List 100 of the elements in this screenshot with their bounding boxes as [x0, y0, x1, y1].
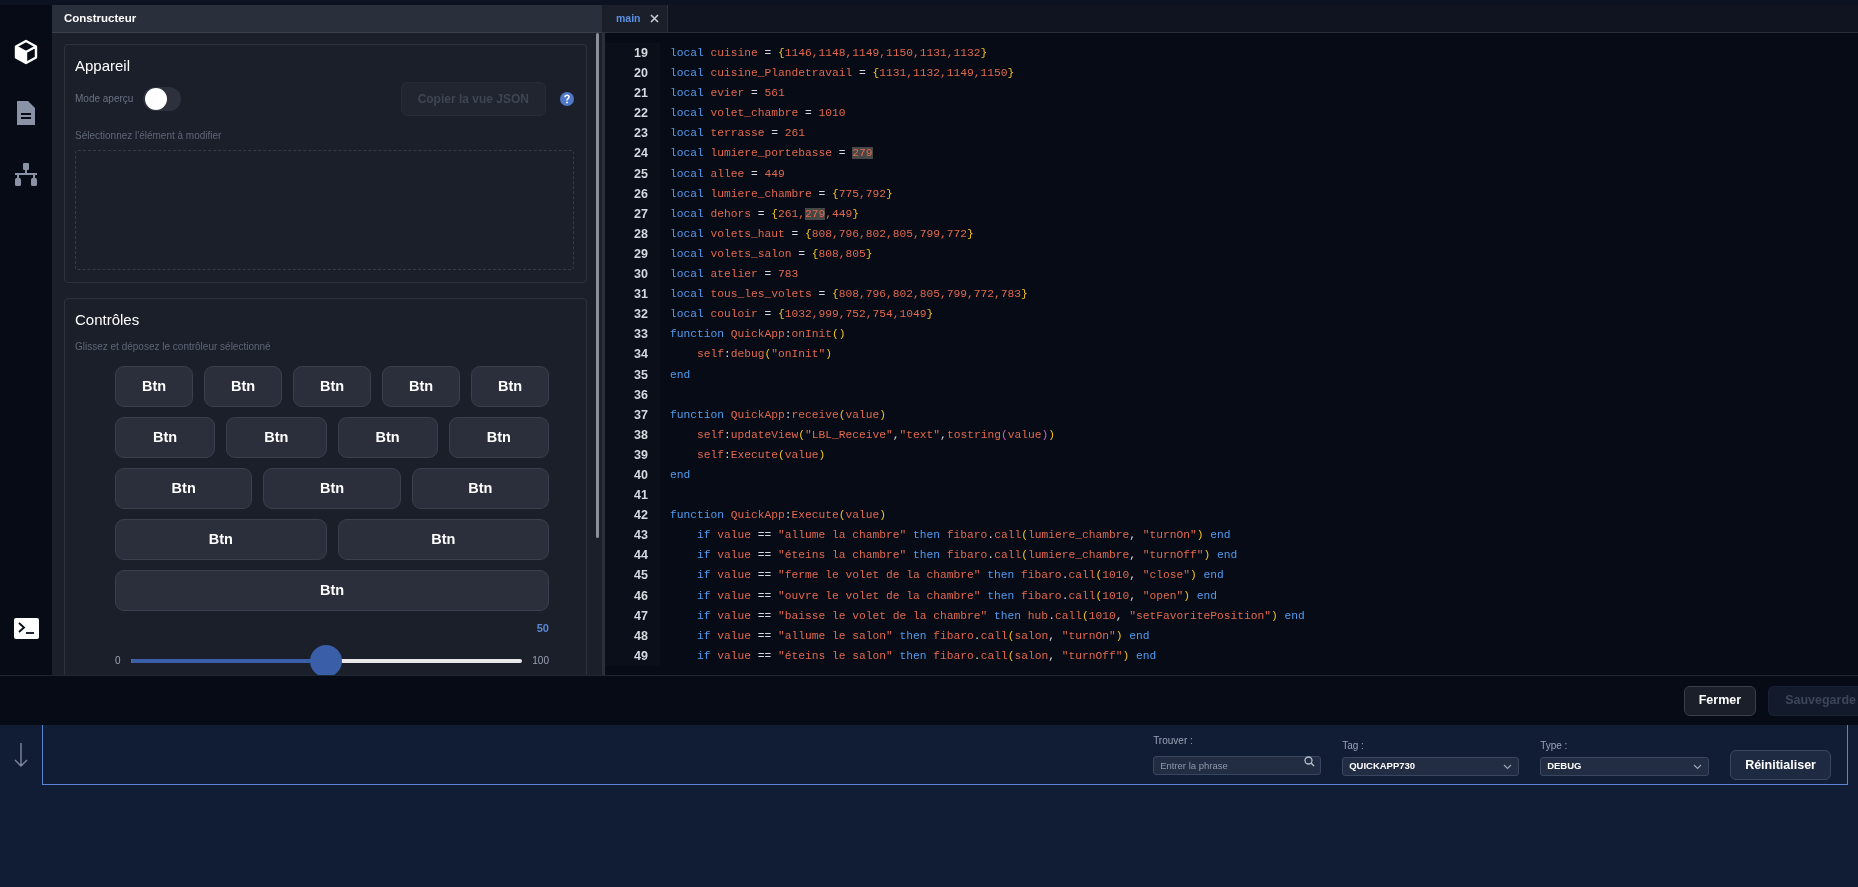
line-number: 21 — [605, 83, 660, 104]
field-label: Tag : — [1342, 739, 1365, 753]
line-number: 32 — [605, 304, 660, 325]
line-number: 35 — [605, 364, 660, 385]
control-button[interactable]: Btn — [226, 417, 327, 458]
control-button[interactable]: Btn — [115, 366, 193, 407]
line-number: 26 — [605, 183, 660, 204]
line-number: 30 — [605, 264, 660, 285]
line-number: 27 — [605, 203, 660, 224]
code-line: local allee = 449 — [669, 166, 785, 182]
search-field[interactable]: Entrer la phrase — [1153, 756, 1322, 775]
caret-icon — [1503, 763, 1513, 770]
network-icon[interactable] — [13, 161, 39, 187]
search-icon — [1304, 756, 1316, 767]
control-button[interactable]: Btn — [337, 519, 549, 560]
code-line: local cuisine_Plandetravail = {1131,1132,1149,1150} — [669, 66, 1015, 82]
code-line: if value == "ouvre le volet de la chambre" then fibaro.call(1010, "open") end — [696, 588, 1217, 604]
control-button[interactable]: Btn — [204, 366, 282, 407]
line-number: 44 — [605, 545, 660, 566]
slider-min-label: 0 — [115, 654, 121, 668]
code-line: end — [669, 467, 691, 483]
line-number: 34 — [605, 344, 660, 365]
control-button[interactable]: Btn — [263, 468, 401, 509]
code-line: local volets_haut = {808,796,802,805,799,772} — [669, 226, 974, 242]
line-number: 37 — [605, 404, 660, 425]
terminal-icon[interactable] — [13, 617, 39, 639]
document-icon[interactable] — [14, 100, 38, 126]
down-arrow-icon[interactable] — [13, 742, 29, 768]
line-number: 22 — [605, 103, 660, 124]
code-line: local dehors = {261,279,449} — [669, 206, 860, 222]
code-line: local lumiere_chambre = {775,792} — [669, 186, 893, 202]
code-line: if value == "éteins la chambre" then fibaro.call(lumiere_chambre, "turnOff") end — [696, 548, 1238, 564]
line-number: 45 — [605, 565, 660, 586]
control-button[interactable]: Btn — [293, 366, 371, 407]
control-button[interactable]: Btn — [115, 417, 216, 458]
code-line: local tous_les_volets = {808,796,802,805,799,772,783} — [669, 287, 1028, 303]
code-line: local volets_salon = {808,805} — [669, 246, 873, 262]
scrollbar-thumb[interactable] — [596, 33, 599, 538]
close-icon[interactable] — [650, 14, 659, 23]
code-line: local lumiere_portebasse = 279 — [669, 146, 873, 162]
editor-tab[interactable]: main — [602, 5, 668, 32]
control-button[interactable]: Btn — [411, 468, 549, 509]
control-button[interactable]: Btn — [115, 468, 253, 509]
line-number: 25 — [605, 163, 660, 184]
hint-text: Sélectionnez l'élément à modifier — [75, 128, 223, 143]
code-line: if value == "allume le salon" then fibaro.call(salon, "turnOn") end — [696, 628, 1150, 644]
section-title: Appareil — [75, 56, 132, 76]
line-number: 24 — [605, 143, 660, 164]
slider-max-label: 100 — [532, 654, 549, 668]
control-button[interactable]: Btn — [448, 417, 549, 458]
type-dropdown[interactable]: DEBUG — [1540, 757, 1710, 776]
section-title: Contrôles — [75, 309, 141, 330]
code-line: local couloir = {1032,999,752,754,1049} — [669, 307, 934, 323]
line-number: 29 — [605, 243, 660, 265]
line-number: 38 — [605, 424, 660, 445]
line-number: 43 — [605, 525, 660, 546]
cube-icon[interactable] — [13, 39, 39, 65]
toggle-label: Mode aperçu — [75, 92, 134, 106]
line-number: 49 — [605, 645, 660, 666]
field-label: Type : — [1540, 739, 1569, 753]
code-line: self:debug("onInit") — [696, 347, 833, 363]
code-line: local volet_chambre = 1010 — [669, 106, 846, 122]
tag-dropdown[interactable]: QUICKAPP730 — [1342, 757, 1520, 776]
line-number: 28 — [605, 223, 660, 244]
line-number: 41 — [605, 485, 660, 506]
code-line: if value == "baisse le volet de la chambre" then hub.call(1010, "setFavoritePosition") end — [696, 608, 1305, 624]
code-line: if value == "éteins le salon" then fibaro.call(salon, "turnOff") end — [696, 648, 1157, 664]
line-number: 33 — [605, 324, 660, 345]
control-button[interactable]: Btn — [337, 417, 438, 458]
code-line: function QuickApp:receive(value) — [669, 407, 887, 423]
line-number: 47 — [605, 605, 660, 626]
control-button[interactable]: Btn — [115, 570, 549, 611]
help-icon[interactable] — [560, 91, 574, 106]
line-number: 23 — [605, 123, 660, 144]
code-line: local terrasse = 261 — [669, 126, 806, 142]
line-number: 42 — [605, 505, 660, 526]
reset-button[interactable]: Réinitialiser — [1730, 750, 1831, 780]
line-number: 31 — [605, 284, 660, 305]
line-number: 39 — [605, 444, 660, 465]
panel-title: Constructeur — [64, 10, 137, 26]
preview-toggle[interactable] — [143, 86, 182, 111]
line-number: 48 — [605, 625, 660, 646]
code-line: local cuisine = {1146,1148,1149,1150,1131,1132} — [669, 46, 988, 61]
code-line: if value == "allume la chambre" then fibaro.call(lumiere_chambre, "turnOn") end — [696, 528, 1231, 544]
line-number: 19 — [605, 43, 660, 64]
field-label: Trouver : — [1153, 734, 1194, 748]
slider-value: 50 — [535, 621, 549, 636]
code-line: self:Execute(value) — [696, 447, 826, 463]
code-line: end — [669, 367, 691, 383]
code-line: function QuickApp:onInit() — [669, 327, 846, 343]
control-button[interactable]: Btn — [382, 366, 460, 407]
code-line: function QuickApp:Execute(value) — [669, 508, 887, 524]
footer-button[interactable]: Fermer — [1683, 685, 1757, 716]
line-number: 36 — [605, 384, 660, 405]
caret-icon — [1693, 763, 1703, 770]
code-line: self:updateView("LBL_Receive","text",tostring(value)) — [696, 427, 1055, 443]
slider-thumb[interactable] — [310, 644, 343, 675]
line-number: 46 — [605, 585, 660, 606]
control-button[interactable]: Btn — [471, 366, 549, 407]
control-button[interactable]: Btn — [115, 519, 327, 560]
